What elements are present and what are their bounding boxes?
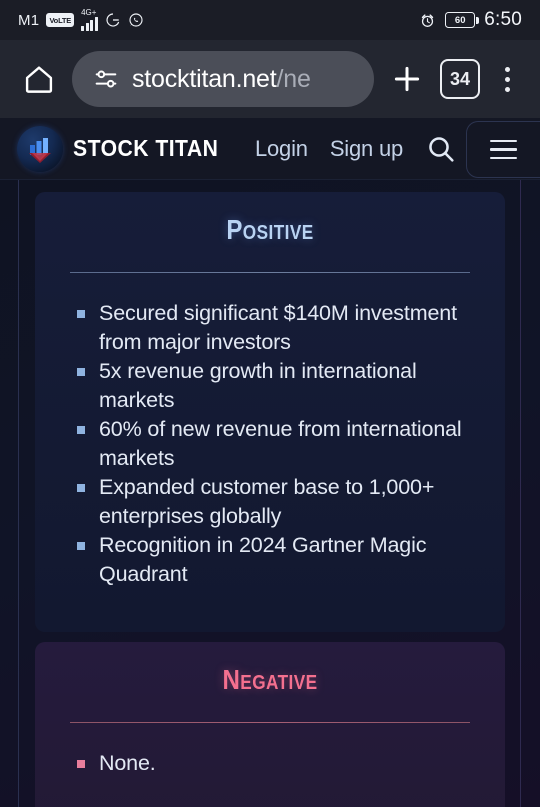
battery-indicator: 60 <box>445 12 479 28</box>
negative-card-divider <box>70 722 470 723</box>
overflow-menu-icon[interactable] <box>490 56 524 102</box>
list-item: Expanded customer base to 1,000+ enterpr… <box>77 473 481 531</box>
alarm-icon <box>422 13 434 27</box>
stock-titan-logo[interactable] <box>17 125 63 172</box>
plus-icon <box>394 66 420 92</box>
tab-switcher-button[interactable]: 34 <box>440 59 480 99</box>
positive-card-title: Positive <box>226 214 314 245</box>
list-item: Recognition in 2024 Gartner Magic Quadra… <box>77 531 481 589</box>
list-item: None. <box>77 749 481 778</box>
signup-link[interactable]: Sign up <box>330 136 403 162</box>
url-path: /ne <box>276 64 311 93</box>
home-icon[interactable] <box>16 56 62 102</box>
negative-card-title: Negative <box>222 664 318 695</box>
negative-card: Negative None. <box>35 642 505 807</box>
list-item: Secured significant $140M investment fro… <box>77 299 481 357</box>
hamburger-icon[interactable] <box>466 121 540 178</box>
status-bar-right: 60 6:50 <box>419 9 522 31</box>
status-bar-left: M1 VoLTE 4G+ <box>18 7 144 31</box>
search-icon[interactable] <box>423 131 459 167</box>
browser-toolbar: stocktitan.net/ne 34 <box>0 40 540 118</box>
volte-badge: VoLTE <box>46 13 75 27</box>
url-bar[interactable]: stocktitan.net/ne <box>72 51 374 107</box>
positive-card-divider <box>70 272 470 273</box>
site-header: STOCK TITAN Login Sign up <box>0 118 540 180</box>
url-text[interactable]: stocktitan.net/ne <box>132 65 311 94</box>
header-nav: Login Sign up <box>255 136 403 162</box>
site-settings-icon[interactable] <box>92 65 120 93</box>
clock-label: 6:50 <box>484 9 522 30</box>
carrier-label: M1 <box>18 11 40 29</box>
url-host: stocktitan.net <box>132 64 277 93</box>
page-content: Positive Secured significant $140M inves… <box>0 180 540 807</box>
positive-bullet-list: Secured significant $140M investment fro… <box>35 299 505 589</box>
network-type-label: 4G+ <box>81 7 97 17</box>
new-tab-button[interactable] <box>384 56 430 102</box>
login-link[interactable]: Login <box>255 136 308 162</box>
brand-label: STOCK TITAN <box>73 135 219 161</box>
whatsapp-icon <box>129 13 143 27</box>
google-icon <box>106 13 119 27</box>
android-status-bar: M1 VoLTE 4G+ 60 6:50 <box>0 0 540 40</box>
list-item: 5x revenue growth in international marke… <box>77 357 481 415</box>
signal-strength-icon: 4G+ <box>81 7 98 31</box>
list-item: 60% of new revenue from international ma… <box>77 415 481 473</box>
positive-card: Positive Secured significant $140M inves… <box>35 192 505 632</box>
negative-bullet-list: None. <box>35 749 505 778</box>
